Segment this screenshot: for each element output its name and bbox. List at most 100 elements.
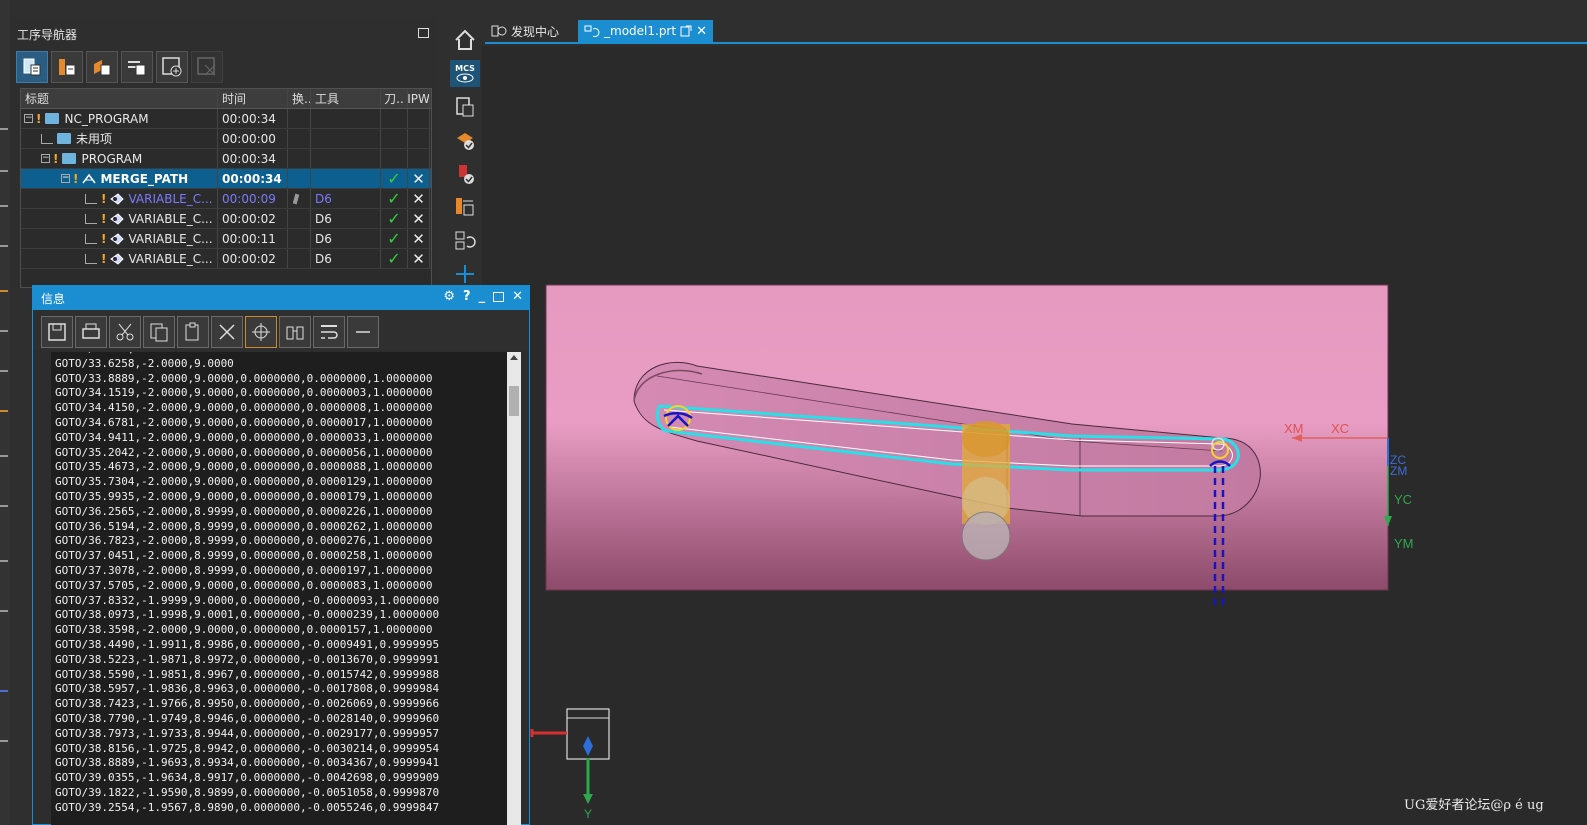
info-line: GOTO/37.8332,-1.9999,9.0000,0.0000000,-0… (55, 593, 440, 607)
wrap-text-icon (321, 325, 338, 339)
machining-method-view-button[interactable] (121, 51, 153, 83)
home-button[interactable] (450, 26, 480, 54)
info-line: GOTO/35.7304,-2.0000,9.0000,0.0000000,0.… (55, 475, 433, 489)
tree-row-variable-contour-2[interactable]: ! VARIABLE_C... 00:00:02 D6 ✓ ✕ (21, 209, 431, 229)
info-line: GOTO/34.9411,-2.0000,9.0000,0.0000000,0.… (55, 430, 433, 444)
settings-icon[interactable]: ⚙ (443, 289, 455, 304)
info-text-lines: PAINT/COLOR,31GOTO/33.6258,-2.0000,9.000… (51, 352, 521, 816)
mcs-display-button[interactable]: MCS (450, 59, 480, 87)
delete-operation-button[interactable] (191, 51, 223, 83)
info-line: GOTO/38.8156,-1.9725,8.9942,0.0000000,-0… (55, 741, 440, 755)
close-icon[interactable]: ✕ (512, 289, 523, 304)
row-time: 00:00:02 (218, 209, 288, 228)
scissors-icon (116, 323, 134, 341)
maximize-icon[interactable] (493, 291, 505, 302)
program-root-icon (45, 113, 60, 124)
save-button[interactable] (41, 316, 73, 348)
eye-icon (456, 73, 474, 83)
help-icon[interactable]: ? (463, 289, 471, 304)
info-titlebar[interactable]: 信息 ⚙ ? _ ✕ (33, 286, 529, 310)
warning-icon: ! (101, 211, 107, 226)
print-button[interactable] (75, 316, 107, 348)
column-header-path[interactable]: 刀.. (381, 89, 408, 108)
operation-list-button[interactable] (450, 93, 480, 121)
geometry-view-button[interactable] (86, 51, 118, 83)
word-wrap-button[interactable] (313, 316, 345, 348)
clear-icon (219, 324, 235, 340)
variable-contour-icon (110, 212, 125, 225)
clear-button[interactable] (211, 316, 243, 348)
close-tab-icon[interactable]: ✕ (696, 24, 707, 39)
left-resource-bar[interactable] (0, 0, 10, 825)
locate-button[interactable] (245, 316, 277, 348)
post-process-button[interactable] (450, 194, 480, 222)
add-button[interactable] (450, 261, 480, 289)
generate-path-button[interactable] (450, 227, 480, 255)
find-button[interactable] (279, 316, 311, 348)
tree-row-nc-program[interactable]: − ! NC_PROGRAM 00:00:34 (21, 109, 431, 129)
geometry-view-icon (94, 60, 111, 76)
machine-tool-icon (59, 59, 76, 76)
collapse-icon[interactable]: − (24, 114, 33, 123)
discover-icon (491, 25, 507, 37)
info-line: GOTO/37.3078,-2.0000,8.9999,0.0000000,0.… (55, 563, 433, 577)
column-header-toolchange[interactable]: 换.. (288, 89, 311, 108)
info-line: GOTO/38.7790,-1.9749,8.9946,0.0000000,-0… (55, 711, 440, 725)
machine-tool-view-button[interactable] (51, 51, 83, 83)
info-line: GOTO/38.7423,-1.9766,8.9950,0.0000000,-0… (55, 697, 440, 711)
tab-model-part[interactable]: _model1.prt ✕ (578, 20, 713, 42)
post-process-icon (456, 198, 474, 216)
copy-button[interactable] (143, 316, 175, 348)
path-ok-icon: ✓ (387, 169, 401, 188)
program-view-icon (23, 58, 41, 76)
info-text-area[interactable]: PAINT/COLOR,31GOTO/33.6258,-2.0000,9.000… (51, 352, 521, 825)
regenerate-icon (455, 231, 476, 250)
ipw-none-icon: ✕ (412, 229, 425, 248)
axis-ym-label: YM (1394, 536, 1414, 551)
program-order-view-button[interactable] (16, 51, 48, 83)
minimize-icon[interactable]: _ (479, 289, 486, 304)
verify-toolpath-button[interactable] (450, 127, 480, 155)
warning-icon: ! (53, 151, 59, 166)
row-name: VARIABLE_C... (128, 211, 213, 226)
verify-icon (457, 133, 474, 151)
scroll-up-icon[interactable] (510, 355, 518, 360)
tab-discover-center[interactable]: 发现中心 (485, 20, 565, 42)
tree-row-unused-items[interactable]: 未用项 00:00:00 (21, 129, 431, 149)
column-header-time[interactable]: 时间 (218, 89, 288, 108)
graphics-window[interactable]: XM XC ZC ZM YC YM Y UG爱好者论坛@ρ é ug (482, 46, 1587, 825)
save-icon (48, 323, 66, 341)
nx-cam-window: { "navigator": { "title": "工序导航器", "colu… (0, 0, 1587, 825)
view-triad[interactable]: Y (530, 708, 610, 821)
tree-row-program[interactable]: − ! PROGRAM 00:00:34 (21, 149, 431, 169)
column-header-title[interactable]: 标题 (21, 89, 218, 108)
axis-xc-label: XC (1331, 421, 1349, 436)
info-line: GOTO/35.4673,-2.0000,9.0000,0.0000000,0.… (55, 460, 433, 474)
ipw-none-icon: ✕ (412, 189, 425, 208)
check-tool-button[interactable] (450, 160, 480, 188)
tree-row-variable-contour-3[interactable]: ! VARIABLE_C... 00:00:11 D6 ✓ ✕ (21, 229, 431, 249)
tool-assembly[interactable] (961, 421, 1011, 561)
tree-row-merge-path[interactable]: − ! MERGE_PATH 00:00:34 ✓ ✕ (21, 169, 431, 189)
column-header-ipw[interactable]: IPW (408, 89, 430, 108)
info-scrollbar[interactable] (507, 352, 521, 825)
collapse-button[interactable] (347, 316, 379, 348)
triad-y-label: Y (584, 807, 592, 821)
row-time: 00:00:34 (218, 109, 288, 128)
cut-button[interactable] (109, 316, 141, 348)
maximize-icon[interactable] (418, 28, 429, 38)
collapse-icon[interactable]: − (61, 174, 70, 183)
paste-icon (185, 322, 199, 341)
column-header-tool[interactable]: 工具 (311, 89, 381, 108)
row-name: NC_PROGRAM (64, 111, 149, 126)
tree-row-variable-contour-4[interactable]: ! VARIABLE_C... 00:00:02 D6 ✓ ✕ (21, 249, 431, 269)
info-line: GOTO/34.6781,-2.0000,9.0000,0.0000000,0.… (55, 415, 433, 429)
create-operation-button[interactable] (156, 51, 188, 83)
info-line: GOTO/38.7973,-1.9733,8.9944,0.0000000,-0… (55, 726, 440, 740)
collapse-icon[interactable]: − (41, 154, 50, 163)
scroll-thumb[interactable] (509, 386, 519, 416)
undock-icon[interactable] (680, 25, 692, 37)
tree-row-variable-contour-1[interactable]: ! VARIABLE_C... 00:00:09 D6 ✓ ✕ (21, 189, 431, 209)
warning-icon: ! (36, 111, 42, 126)
paste-button[interactable] (177, 316, 209, 348)
